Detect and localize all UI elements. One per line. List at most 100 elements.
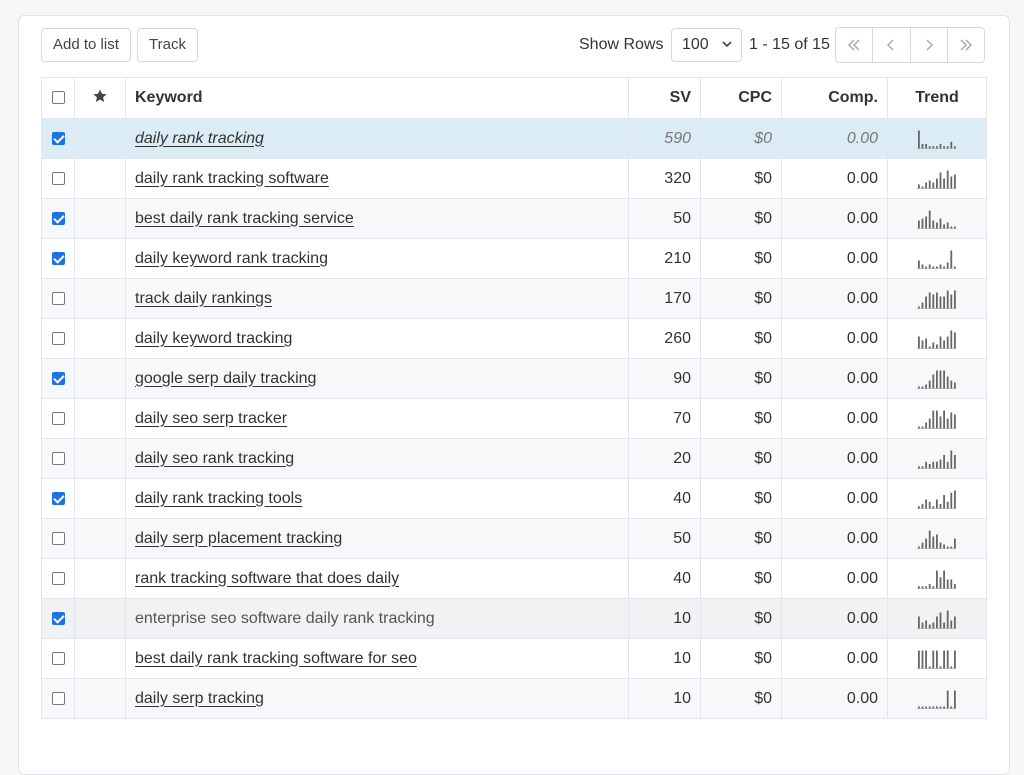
table-row[interactable]: daily seo rank tracking 20 $0 0.00 bbox=[41, 438, 987, 479]
favorite-cell[interactable] bbox=[74, 678, 126, 719]
table-row[interactable]: enterprise seo software daily rank track… bbox=[41, 598, 987, 639]
column-header-cpc[interactable]: CPC bbox=[700, 77, 782, 119]
table-row[interactable]: daily keyword rank tracking 210 $0 0.00 bbox=[41, 238, 987, 279]
keyword-link[interactable]: best daily rank tracking software for se… bbox=[135, 650, 417, 667]
last-page-button[interactable] bbox=[948, 28, 984, 62]
favorite-cell[interactable] bbox=[74, 278, 126, 319]
row-checkbox[interactable] bbox=[51, 571, 65, 585]
comp-cell: 0.00 bbox=[781, 278, 888, 319]
table-row[interactable]: best daily rank tracking service 50 $0 0.00 bbox=[41, 198, 987, 239]
favorite-cell[interactable] bbox=[74, 198, 126, 239]
table-row[interactable]: daily seo serp tracker 70 $0 0.00 bbox=[41, 398, 987, 439]
favorite-cell[interactable] bbox=[74, 158, 126, 199]
keyword-link[interactable]: daily serp placement tracking bbox=[135, 530, 342, 547]
row-checkbox[interactable] bbox=[51, 171, 65, 185]
column-header-comp[interactable]: Comp. bbox=[781, 77, 888, 119]
favorite-cell[interactable] bbox=[74, 358, 126, 399]
keyword-cell: best daily rank tracking service bbox=[125, 198, 629, 239]
trend-bar bbox=[936, 461, 938, 468]
keyword-link[interactable]: daily serp tracking bbox=[135, 690, 264, 707]
row-checkbox[interactable] bbox=[51, 291, 65, 305]
trend-sparkline bbox=[917, 690, 956, 709]
first-page-button[interactable] bbox=[836, 28, 874, 62]
select-all-checkbox[interactable] bbox=[51, 91, 65, 105]
keyword-link[interactable]: google serp daily tracking bbox=[135, 370, 316, 387]
keyword-link[interactable]: track daily rankings bbox=[135, 290, 272, 307]
favorite-cell[interactable] bbox=[74, 318, 126, 359]
trend-bar bbox=[932, 182, 935, 188]
row-checkbox[interactable] bbox=[51, 371, 65, 385]
row-checkbox[interactable] bbox=[51, 491, 65, 505]
next-page-button[interactable] bbox=[911, 28, 948, 62]
keyword-link[interactable]: daily rank tracking bbox=[135, 130, 264, 147]
row-checkbox[interactable] bbox=[51, 331, 65, 345]
table-row[interactable]: daily serp placement tracking 50 $0 0.00 bbox=[41, 518, 987, 559]
table-row[interactable]: rank tracking software that does daily 40… bbox=[41, 558, 987, 599]
trend-sparkline bbox=[917, 290, 956, 309]
favorite-cell[interactable] bbox=[74, 238, 126, 279]
trend-bar bbox=[939, 666, 942, 668]
trend-bar bbox=[954, 490, 956, 508]
trend-bar bbox=[936, 145, 938, 148]
keyword-cell: daily keyword tracking bbox=[125, 318, 629, 359]
favorite-cell[interactable] bbox=[74, 558, 126, 599]
add-to-list-button[interactable]: Add to list bbox=[41, 28, 131, 62]
table-row[interactable]: best daily rank tracking software for se… bbox=[41, 638, 987, 679]
row-checkbox[interactable] bbox=[51, 411, 65, 425]
rows-per-page-select[interactable]: 100 bbox=[671, 28, 742, 62]
keyword-cell: daily serp tracking bbox=[125, 678, 629, 719]
favorite-cell[interactable] bbox=[74, 438, 126, 479]
row-checkbox[interactable] bbox=[51, 131, 65, 145]
table-row[interactable]: google serp daily tracking 90 $0 0.00 bbox=[41, 358, 987, 399]
column-header-keyword[interactable]: Keyword bbox=[125, 77, 629, 119]
trend-bar bbox=[946, 501, 949, 508]
keyword-link[interactable]: daily seo rank tracking bbox=[135, 450, 294, 467]
keyword-link[interactable]: best daily rank tracking service bbox=[135, 210, 354, 227]
keyword-link[interactable]: enterprise seo software daily rank track… bbox=[135, 610, 435, 627]
trend-sparkline bbox=[917, 570, 956, 589]
trend-bar bbox=[950, 546, 953, 548]
keyword-cell: best daily rank tracking software for se… bbox=[125, 638, 629, 679]
table-row[interactable]: daily rank tracking tools 40 $0 0.00 bbox=[41, 478, 987, 519]
row-checkbox[interactable] bbox=[51, 651, 65, 665]
trend-bar bbox=[939, 264, 942, 268]
favorite-cell[interactable] bbox=[74, 638, 126, 679]
trend-sparkline bbox=[917, 530, 956, 549]
trend-bar bbox=[918, 505, 920, 508]
star-icon bbox=[93, 88, 107, 102]
trend-bar bbox=[921, 386, 924, 388]
table-row[interactable]: daily rank tracking 590 $0 0.00 bbox=[41, 118, 987, 159]
row-checkbox[interactable] bbox=[51, 251, 65, 265]
row-checkbox[interactable] bbox=[51, 451, 65, 465]
trend-cell bbox=[887, 678, 987, 719]
favorite-header[interactable] bbox=[74, 77, 126, 119]
favorite-cell[interactable] bbox=[74, 478, 126, 519]
favorite-cell[interactable] bbox=[74, 398, 126, 439]
row-checkbox[interactable] bbox=[51, 531, 65, 545]
keyword-link[interactable]: rank tracking software that does daily bbox=[135, 570, 399, 587]
track-button[interactable]: Track bbox=[137, 28, 198, 62]
table-row[interactable]: track daily rankings 170 $0 0.00 bbox=[41, 278, 987, 319]
sv-cell: 260 bbox=[628, 318, 701, 359]
column-header-sv[interactable]: SV bbox=[628, 77, 701, 119]
prev-page-button[interactable] bbox=[873, 28, 911, 62]
favorite-cell[interactable] bbox=[74, 118, 126, 159]
table-row[interactable]: daily keyword tracking 260 $0 0.00 bbox=[41, 318, 987, 359]
favorite-cell[interactable] bbox=[74, 518, 126, 559]
row-select-cell bbox=[41, 318, 75, 359]
row-checkbox[interactable] bbox=[51, 691, 65, 705]
trend-bar bbox=[936, 370, 938, 388]
keyword-link[interactable]: daily keyword rank tracking bbox=[135, 250, 328, 267]
keyword-link[interactable]: daily seo serp tracker bbox=[135, 410, 287, 427]
keyword-cell: daily seo serp tracker bbox=[125, 398, 629, 439]
keyword-cell: rank tracking software that does daily bbox=[125, 558, 629, 599]
table-row[interactable]: daily serp tracking 10 $0 0.00 bbox=[41, 678, 987, 719]
table-row[interactable]: daily rank tracking software 320 $0 0.00 bbox=[41, 158, 987, 199]
keyword-link[interactable]: daily keyword tracking bbox=[135, 330, 292, 347]
favorite-cell[interactable] bbox=[74, 598, 126, 639]
row-checkbox[interactable] bbox=[51, 611, 65, 625]
row-checkbox[interactable] bbox=[51, 211, 65, 225]
keyword-link[interactable]: daily rank tracking software bbox=[135, 170, 329, 187]
sv-cell: 590 bbox=[628, 118, 701, 159]
keyword-link[interactable]: daily rank tracking tools bbox=[135, 490, 302, 507]
